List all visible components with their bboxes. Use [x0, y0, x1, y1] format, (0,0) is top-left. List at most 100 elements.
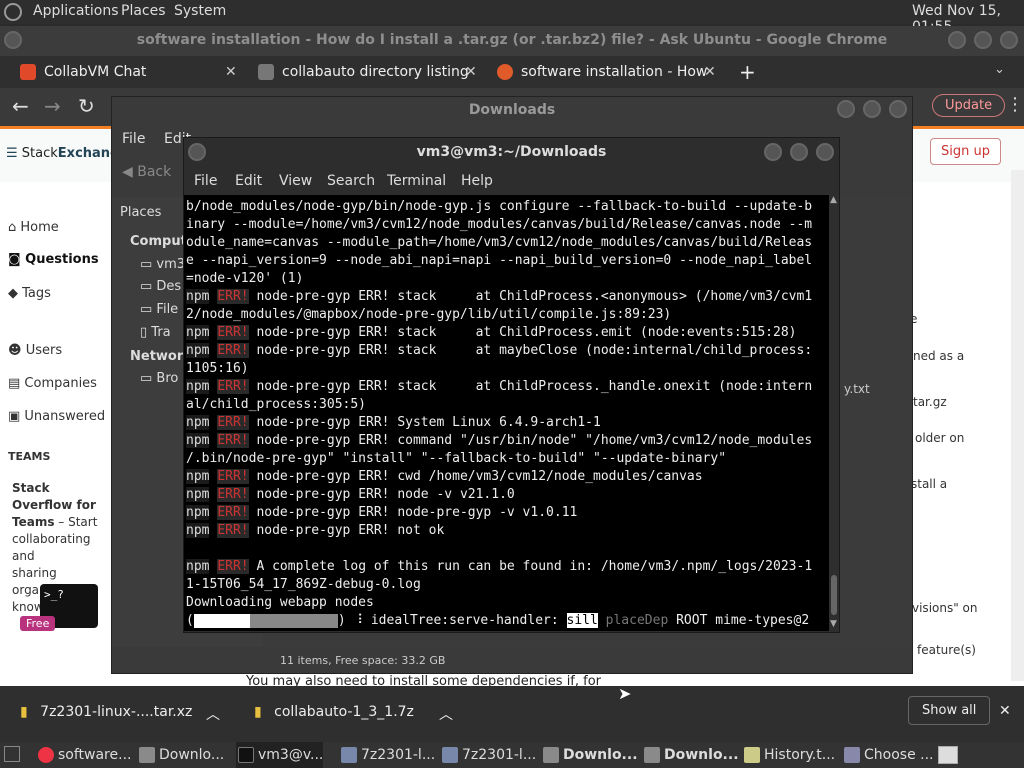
download-label: 7z2301-linux-....tar.xz [40, 704, 193, 720]
menu-icon[interactable] [4, 31, 22, 49]
folder-icon: ▭ [140, 257, 157, 272]
update-button[interactable]: Update [932, 94, 1006, 117]
snippet: stall a [911, 477, 948, 491]
back-button[interactable]: ◀ Back [122, 164, 171, 180]
task-chrome[interactable]: software... [36, 742, 131, 768]
terminal-line: Downloading webapp nodes [186, 594, 812, 612]
menu-search[interactable]: Search [327, 173, 375, 189]
scroll-thumb[interactable] [831, 575, 837, 615]
line-text: node-pre-gyp ERR! System Linux 6.4.9-arc… [248, 415, 601, 430]
page-scrollbar[interactable] [1011, 170, 1024, 681]
sidebar-item-trash[interactable]: ▯ Tra [140, 325, 171, 340]
tab-label: collabauto directory listing [282, 64, 469, 80]
applications-menu[interactable]: Applications [33, 3, 119, 19]
close-icon[interactable] [1000, 31, 1018, 49]
places-dropdown[interactable]: Places [120, 205, 161, 220]
download-item-1[interactable]: ▮ 7z2301-linux-....tar.xz [20, 704, 192, 720]
tab-askubuntu[interactable]: software installation - How do ✕ [497, 56, 722, 88]
maximize-icon[interactable] [790, 143, 808, 161]
fm-menu-file[interactable]: File [122, 131, 145, 147]
menu-view[interactable]: View [279, 173, 312, 189]
sidebar-item-filesystem[interactable]: ▭ File [140, 302, 178, 317]
line-text: node-pre-gyp ERR! command "/usr/bin/node… [248, 433, 813, 448]
chevron-up-icon[interactable]: ︿ [439, 704, 453, 724]
task-terminal[interactable]: vm3@v... [236, 742, 324, 768]
menu-terminal[interactable]: Terminal [387, 173, 446, 189]
show-desktop-icon[interactable] [4, 746, 20, 762]
terminal-line: b/node_modules/node-gyp/bin/node-gyp.js … [186, 198, 812, 216]
close-tab-icon[interactable]: ✕ [225, 56, 237, 88]
close-icon[interactable]: ✕ [999, 703, 1011, 719]
chevron-up-icon[interactable]: ︿ [206, 704, 220, 724]
minimize-icon[interactable] [764, 143, 782, 161]
terminal-title-bar[interactable]: vm3@vm3:~/Downloads [184, 138, 839, 168]
task-downloads-2[interactable]: Downlo... [541, 742, 638, 768]
terminal-line: npm ERR! node-pre-gyp ERR! stack at mayb… [186, 342, 812, 360]
terminal-line: npm ERR! node-pre-gyp ERR! stack at Chil… [186, 288, 812, 306]
npm-prefix: npm [186, 433, 210, 448]
nav-questions[interactable]: ◙ Questions [8, 252, 99, 267]
stackexchange-logo[interactable]: ☰ StackExchange [6, 146, 128, 161]
forward-icon[interactable]: → [44, 94, 61, 118]
menu-icon[interactable] [188, 143, 206, 161]
sidebar-item-browse[interactable]: ▭ Bro [140, 371, 178, 386]
sidebar-item-home[interactable]: ▭ vm3 [140, 257, 185, 272]
network-icon: ▭ [140, 371, 157, 386]
tab-collabvm[interactable]: CollabVM Chat ✕ [20, 56, 245, 88]
show-all-button[interactable]: Show all [908, 696, 991, 725]
close-icon[interactable] [889, 100, 907, 118]
minimize-icon[interactable] [837, 100, 855, 118]
chrome-title-bar[interactable]: software installation - How do I install… [0, 26, 1024, 56]
nav-home[interactable]: ⌂ Home [8, 220, 59, 235]
places-menu[interactable]: Places [121, 3, 166, 19]
folder-icon: ▭ [140, 279, 157, 294]
task-downloads-3[interactable]: Downlo... [642, 742, 739, 768]
maximize-icon[interactable] [974, 31, 992, 49]
task-7z-2[interactable]: 7z2301-l... [440, 742, 536, 768]
nav-tags[interactable]: ◆ Tags [8, 286, 51, 301]
terminal-line: npm ERR! node-pre-gyp ERR! cwd /home/vm3… [186, 468, 812, 486]
questions-icon: ◙ [8, 252, 26, 267]
minimize-icon[interactable] [948, 31, 966, 49]
tab-search-icon[interactable]: ⌄ [994, 62, 1005, 77]
close-icon[interactable] [816, 143, 834, 161]
task-history[interactable]: History.t... [742, 742, 835, 768]
close-tab-icon[interactable]: ✕ [465, 56, 477, 88]
back-icon[interactable]: ← [12, 94, 29, 118]
sidebar-item-desktop[interactable]: ▭ Des [140, 279, 181, 294]
close-tab-icon[interactable]: ✕ [704, 56, 716, 88]
nav-companies[interactable]: ▤ Companies [8, 376, 97, 391]
terminal-line: npm ERR! node-pre-gyp ERR! command "/usr… [186, 432, 812, 450]
menu-file[interactable]: File [194, 173, 217, 189]
terminal-line: npm ERR! node-pre-gyp ERR! System Linux … [186, 414, 812, 432]
scroll-up-icon[interactable]: ▲ [830, 195, 837, 205]
task-7z-1[interactable]: 7z2301-l... [339, 742, 435, 768]
new-tab-icon[interactable]: + [739, 60, 756, 84]
reload-icon[interactable]: ↻ [78, 94, 95, 118]
taskbar: software... Downlo... vm3@v... 7z2301-l.… [0, 742, 1024, 768]
terminal-line: 1105:16) [186, 360, 812, 378]
task-choose[interactable]: Choose ... [842, 742, 934, 768]
home-icon: ⌂ [8, 220, 21, 235]
nav-unanswered[interactable]: ▣ Unanswered [8, 409, 105, 424]
more-icon[interactable]: ⋮ [1006, 94, 1024, 115]
task-label: Downlo... [563, 747, 638, 763]
teams-heading: TEAMS [8, 450, 51, 463]
task-downloads-1[interactable]: Downlo... [137, 742, 224, 768]
workspace-switcher[interactable] [938, 746, 958, 764]
scroll-down-icon[interactable]: ▼ [830, 619, 837, 629]
gnome-foot-icon[interactable] [4, 3, 22, 21]
file-label[interactable]: y.txt [844, 382, 870, 396]
terminal-output[interactable]: b/node_modules/node-gyp/bin/node-gyp.js … [184, 195, 829, 631]
menu-help[interactable]: Help [461, 173, 493, 189]
menu-edit[interactable]: Edit [235, 173, 262, 189]
download-bar: ▮ 7z2301-linux-....tar.xz ︿ ▮ collabauto… [0, 686, 1024, 742]
nav-users[interactable]: ☻ Users [8, 343, 62, 358]
tab-collabauto[interactable]: collabauto directory listing ✕ [258, 56, 483, 88]
fm-title-bar[interactable]: Downloads [112, 97, 912, 123]
maximize-icon[interactable] [863, 100, 881, 118]
line-text: 1-15T06_54_17_869Z-debug-0.log [186, 577, 421, 592]
terminal-scrollbar[interactable]: ▲ ▼ [829, 195, 839, 631]
system-menu[interactable]: System [174, 3, 226, 19]
download-item-2[interactable]: ▮ collabauto-1_3_1.7z [254, 704, 414, 720]
